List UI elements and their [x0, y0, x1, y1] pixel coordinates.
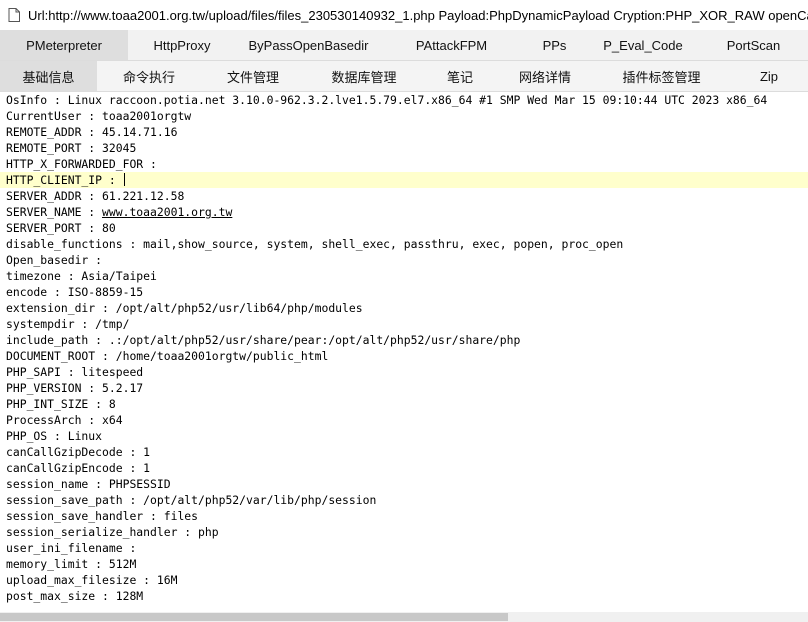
info-text: ProcessArch : x64	[6, 413, 123, 427]
info-line: HTTP_CLIENT_IP :	[0, 172, 808, 188]
info-key: SERVER_NAME :	[6, 205, 103, 219]
info-text: HTTP_X_FORWARDED_FOR :	[6, 157, 164, 171]
info-text: PHP_INT_SIZE : 8	[6, 397, 116, 411]
info-text: CurrentUser : toaa2001orgtw	[6, 109, 192, 123]
info-line: PHP_VERSION : 5.2.17	[0, 380, 808, 396]
tab-basic-info[interactable]: 基础信息	[0, 61, 97, 91]
info-line: upload_max_filesize : 16M	[0, 572, 808, 588]
scrollbar-thumb[interactable]	[0, 613, 508, 621]
horizontal-scrollbar[interactable]	[0, 612, 808, 622]
info-line: session_save_handler : files	[0, 508, 808, 524]
info-line: ProcessArch : x64	[0, 412, 808, 428]
tab-httpproxy[interactable]: HttpProxy	[128, 30, 236, 60]
primary-tab-bar: PMeterpreter HttpProxy ByPassOpenBasedir PA…	[0, 30, 808, 61]
info-line: session_name : PHPSESSID	[0, 476, 808, 492]
info-line: disable_functions : mail,show_source, sy…	[0, 236, 808, 252]
info-text: canCallGzipDecode : 1	[6, 445, 151, 459]
info-line: session_serialize_handler : php	[0, 524, 808, 540]
info-line: canCallGzipEncode : 1	[0, 460, 808, 476]
info-text: memory_limit : 512M	[6, 557, 137, 571]
info-text: PHP_OS : Linux	[6, 429, 103, 443]
tab-notes[interactable]: 笔记	[423, 61, 497, 91]
info-line: Open_basedir :	[0, 252, 808, 268]
info-text: OsInfo : Linux raccoon.potia.net 3.10.0-…	[6, 93, 768, 107]
info-text: timezone : Asia/Taipei	[6, 269, 157, 283]
info-line: PHP_INT_SIZE : 8	[0, 396, 808, 412]
info-text: PHP_SAPI : litespeed	[6, 365, 144, 379]
info-line: extension_dir : /opt/alt/php52/usr/lib64…	[0, 300, 808, 316]
info-line: timezone : Asia/Taipei	[0, 268, 808, 284]
info-text: post_max_size : 128M	[6, 589, 144, 603]
tab-network-details[interactable]: 网络详情	[497, 61, 593, 91]
info-line: OsInfo : Linux raccoon.potia.net 3.10.0-…	[0, 92, 808, 108]
info-text: REMOTE_PORT : 32045	[6, 141, 137, 155]
info-line: DOCUMENT_ROOT : /home/toaa2001orgtw/publ…	[0, 348, 808, 364]
tab-p-eval-code[interactable]: P_Eval_Code	[587, 30, 699, 60]
info-text: PHP_VERSION : 5.2.17	[6, 381, 144, 395]
info-text: SERVER_ADDR : 61.221.12.58	[6, 189, 185, 203]
text-caret	[123, 173, 125, 186]
tab-plugin-tag-manager[interactable]: 插件标签管理	[593, 61, 730, 91]
tab-zip[interactable]: Zip	[730, 61, 808, 91]
info-text: user_ini_filename :	[6, 541, 144, 555]
secondary-tab-bar: 基础信息 命令执行 文件管理 数据库管理 笔记 网络详情 插件标签管理 Zip	[0, 61, 808, 92]
info-text: canCallGzipEncode : 1	[6, 461, 151, 475]
window-titlebar: Url:http://www.toaa2001.org.tw/upload/fi…	[0, 0, 808, 30]
tab-file-manager[interactable]: 文件管理	[201, 61, 305, 91]
info-line: user_ini_filename :	[0, 540, 808, 556]
info-text: session_serialize_handler : php	[6, 525, 219, 539]
info-text-area[interactable]: OsInfo : Linux raccoon.potia.net 3.10.0-…	[0, 92, 808, 612]
info-text: session_name : PHPSESSID	[6, 477, 171, 491]
document-icon	[7, 8, 21, 22]
info-line: encode : ISO-8859-15	[0, 284, 808, 300]
server-name-link[interactable]: www.toaa2001.org.tw	[102, 205, 232, 219]
info-text: SERVER_PORT : 80	[6, 221, 116, 235]
tab-pps[interactable]: PPs	[522, 30, 587, 60]
info-line: PHP_SAPI : litespeed	[0, 364, 808, 380]
info-text: include_path : .:/opt/alt/php52/usr/shar…	[6, 333, 521, 347]
info-text: systempdir : /tmp/	[6, 317, 130, 331]
tab-pattackfpm[interactable]: PAttackFPM	[381, 30, 522, 60]
info-text: REMOTE_ADDR : 45.14.71.16	[6, 125, 178, 139]
info-text: disable_functions : mail,show_source, sy…	[6, 237, 624, 251]
info-text: session_save_handler : files	[6, 509, 199, 523]
info-line: SERVER_ADDR : 61.221.12.58	[0, 188, 808, 204]
tab-pmeterpreter[interactable]: PMeterpreter	[0, 30, 128, 60]
info-line: canCallGzipDecode : 1	[0, 444, 808, 460]
info-text: encode : ISO-8859-15	[6, 285, 144, 299]
info-line: session_save_path : /opt/alt/php52/var/l…	[0, 492, 808, 508]
info-line: PHP_OS : Linux	[0, 428, 808, 444]
info-line: HTTP_X_FORWARDED_FOR :	[0, 156, 808, 172]
info-line: include_path : .:/opt/alt/php52/usr/shar…	[0, 332, 808, 348]
tab-command-exec[interactable]: 命令执行	[97, 61, 201, 91]
info-line: SERVER_NAME : www.toaa2001.org.tw	[0, 204, 808, 220]
window-title: Url:http://www.toaa2001.org.tw/upload/fi…	[28, 7, 808, 23]
info-text: upload_max_filesize : 16M	[6, 573, 178, 587]
info-text: extension_dir : /opt/alt/php52/usr/lib64…	[6, 301, 363, 315]
info-text: DOCUMENT_ROOT : /home/toaa2001orgtw/publ…	[6, 349, 329, 363]
info-line: systempdir : /tmp/	[0, 316, 808, 332]
tab-bypassopenbasedir[interactable]: ByPassOpenBasedir	[236, 30, 381, 60]
info-line: post_max_size : 128M	[0, 588, 808, 604]
info-line: SERVER_PORT : 80	[0, 220, 808, 236]
tab-portscan[interactable]: PortScan	[699, 30, 808, 60]
tab-database-manager[interactable]: 数据库管理	[305, 61, 423, 91]
info-line: REMOTE_ADDR : 45.14.71.16	[0, 124, 808, 140]
info-text: Open_basedir :	[6, 253, 109, 267]
info-text: HTTP_CLIENT_IP :	[6, 173, 123, 187]
info-text: session_save_path : /opt/alt/php52/var/l…	[6, 493, 377, 507]
info-line: REMOTE_PORT : 32045	[0, 140, 808, 156]
info-line: CurrentUser : toaa2001orgtw	[0, 108, 808, 124]
info-line: memory_limit : 512M	[0, 556, 808, 572]
